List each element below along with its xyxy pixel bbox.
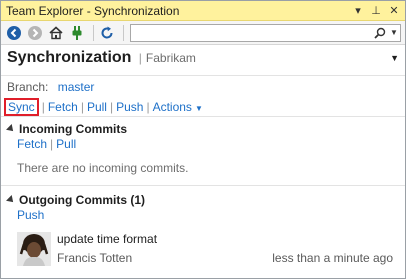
search-box[interactable]: ▼ — [130, 23, 401, 42]
close-icon[interactable]: ✕ — [387, 4, 401, 17]
incoming-commits-section: Incoming Commits Fetch | Pull There are no… — [1, 117, 405, 185]
separator: | — [109, 99, 114, 114]
push-link[interactable]: Push — [116, 100, 143, 114]
search-icon[interactable] — [372, 27, 388, 39]
page-header: Synchronization | Fabrikam ▼ — [1, 45, 405, 75]
incoming-fetch-link[interactable]: Fetch — [17, 137, 47, 151]
refresh-icon[interactable] — [98, 24, 116, 42]
incoming-empty-text: There are no incoming commits. — [17, 161, 189, 175]
commit-item[interactable]: update time format Francis Totten less t… — [7, 232, 399, 266]
pin-icon[interactable]: ⊥ — [369, 4, 383, 17]
branch-link[interactable]: master — [58, 80, 95, 94]
toolbar: ▼ — [1, 21, 405, 45]
outgoing-commit-links: Push — [7, 208, 399, 224]
back-icon[interactable] — [5, 24, 23, 42]
collapse-triangle-icon[interactable] — [6, 195, 16, 205]
commit-author: Francis Totten — [57, 251, 133, 265]
sync-highlight: Sync — [4, 97, 39, 116]
collapse-triangle-icon[interactable] — [6, 124, 16, 134]
separator: | — [41, 99, 45, 114]
outgoing-push-link[interactable]: Push — [17, 208, 44, 222]
commit-message: update time format — [57, 232, 158, 246]
outgoing-commits-title: Outgoing Commits (1) — [19, 193, 145, 207]
forward-icon[interactable] — [26, 24, 44, 42]
sync-link[interactable]: Sync — [8, 100, 35, 114]
home-icon[interactable] — [47, 24, 65, 42]
pull-link[interactable]: Pull — [87, 100, 107, 114]
project-name: Fabrikam — [145, 51, 196, 65]
incoming-pull-link[interactable]: Pull — [56, 137, 76, 151]
incoming-commits-title: Incoming Commits — [19, 122, 128, 136]
toolbar-separator — [93, 24, 94, 41]
connect-icon[interactable] — [68, 24, 86, 42]
avatar — [17, 232, 51, 266]
branch-label: Branch: — [7, 80, 49, 94]
incoming-commits-header[interactable]: Incoming Commits — [6, 121, 399, 137]
chevron-down-icon: ▼ — [194, 103, 203, 113]
search-input[interactable] — [131, 25, 372, 40]
commit-time: less than a minute ago — [272, 251, 393, 265]
incoming-commit-links: Fetch | Pull — [7, 137, 399, 153]
page-menu-dropdown-icon[interactable]: ▼ — [390, 53, 399, 63]
window-title: Team Explorer - Synchronization — [6, 3, 180, 18]
page-title: Synchronization — [7, 49, 132, 66]
actions-menu-link[interactable]: Actions ▼ — [153, 100, 203, 114]
toolbar-separator — [123, 24, 124, 41]
actions-menu-label: Actions — [152, 99, 192, 114]
team-explorer-window: Team Explorer - Synchronization ▾ ⊥ ✕ ▼ — [0, 0, 406, 279]
separator: | — [80, 99, 84, 114]
separator: | — [146, 99, 150, 114]
commit-details: update time format Francis Totten — [57, 232, 157, 266]
fetch-link[interactable]: Fetch — [48, 100, 78, 114]
branch-row: Branch: master — [1, 76, 405, 94]
search-options-dropdown-icon[interactable]: ▼ — [388, 28, 400, 37]
page-subtitle: | Fabrikam — [138, 51, 196, 65]
outgoing-commits-section: Outgoing Commits (1) Push update time fo… — [1, 186, 405, 266]
window-menu-dropdown-icon[interactable]: ▾ — [351, 4, 365, 17]
actions-row: Sync | Fetch | Pull | Push | Actions ▼ — [1, 94, 405, 116]
separator: | — [50, 137, 54, 151]
outgoing-commits-header[interactable]: Outgoing Commits (1) — [6, 192, 399, 208]
title-bar: Team Explorer - Synchronization ▾ ⊥ ✕ — [1, 1, 405, 21]
